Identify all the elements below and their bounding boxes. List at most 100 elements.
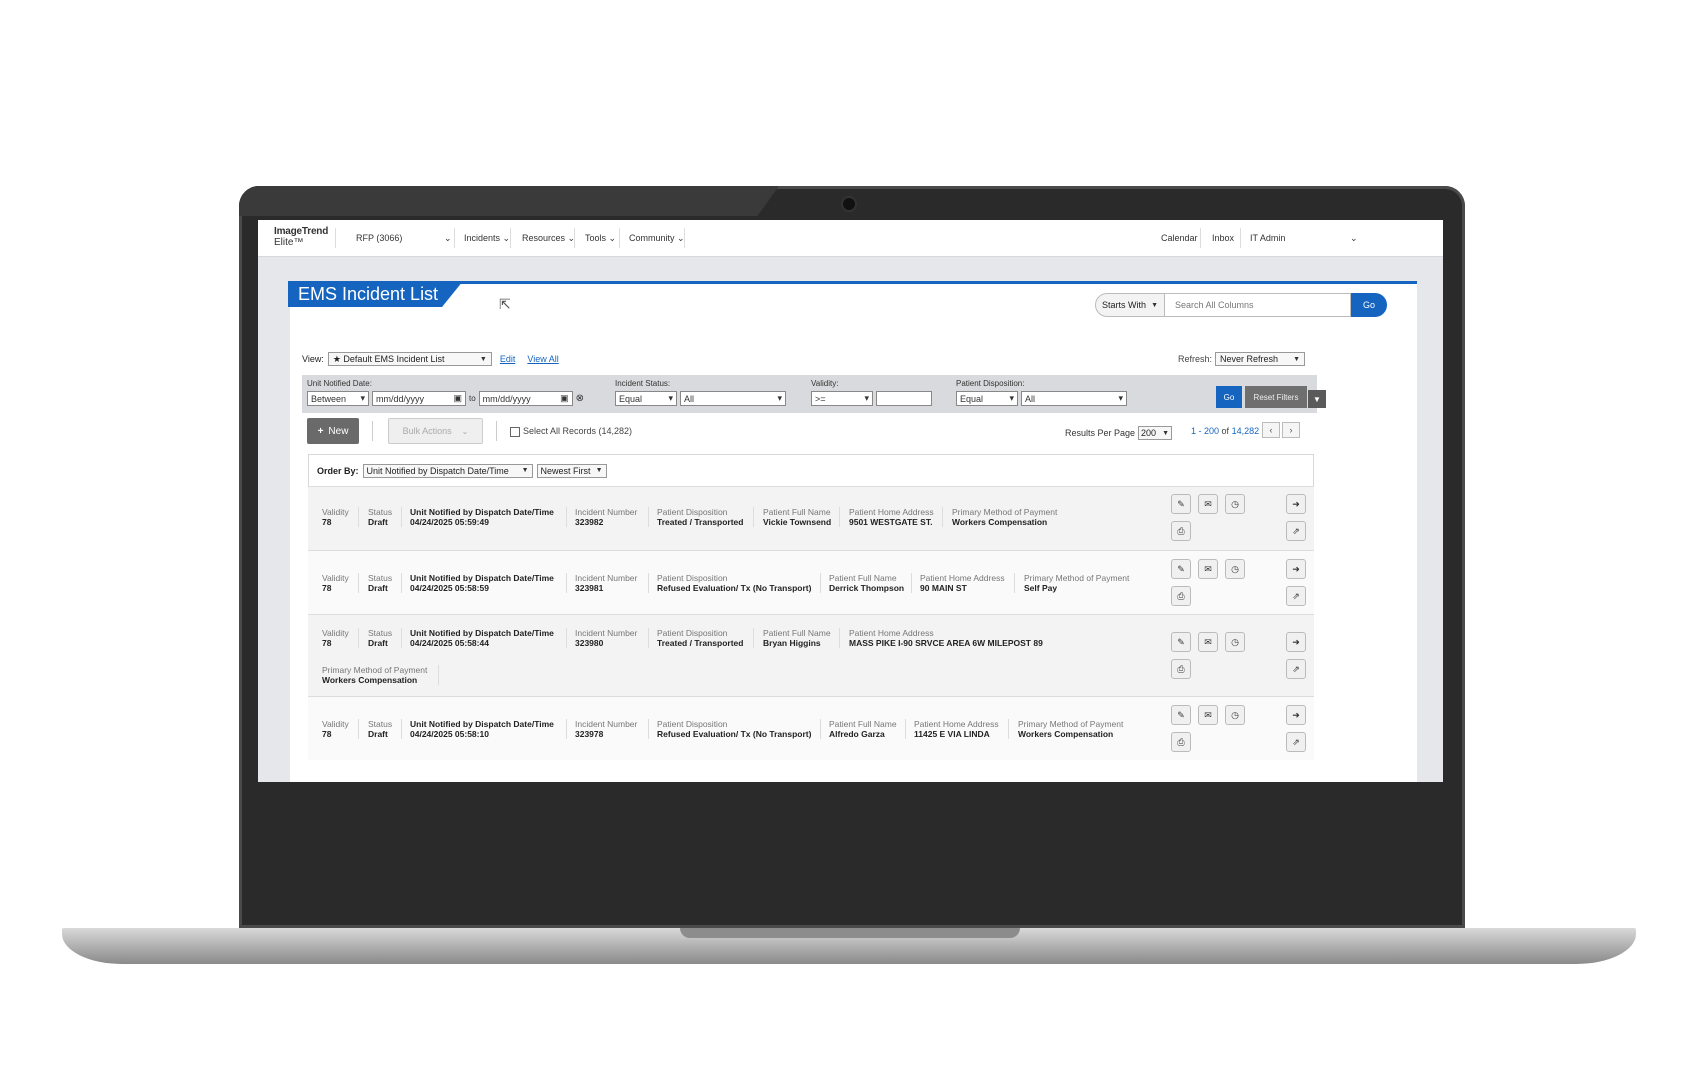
search-mode-select[interactable]: Starts With ▼	[1095, 293, 1165, 317]
new-incident-button[interactable]: + New	[307, 418, 359, 444]
arrow-right-icon[interactable]: ➜	[1286, 632, 1306, 652]
calendar-icon[interactable]: ▣	[453, 393, 462, 404]
reset-filters-button[interactable]: Reset Filters	[1245, 386, 1307, 408]
nav-resources[interactable]: Resources ⌄	[522, 233, 575, 244]
external-link-icon[interactable]: ⇗	[1286, 586, 1306, 606]
arrow-right-icon[interactable]: ➜	[1286, 494, 1306, 514]
incident-row[interactable]: Validity 78 Status Draft Unit Notified by …	[308, 550, 1314, 614]
print-icon[interactable]: ⎙	[1171, 521, 1191, 541]
divider	[684, 228, 685, 248]
select-all-records[interactable]: Select All Records (14,282)	[510, 426, 632, 437]
field-address: Patient Home Address 90 MAIN ST	[920, 573, 1005, 593]
divider	[753, 628, 754, 648]
divider	[566, 628, 567, 648]
print-icon[interactable]: ⎙	[1171, 732, 1191, 752]
order-direction-select[interactable]: Newest First ▼	[536, 463, 607, 478]
view-label: View:	[302, 354, 324, 364]
divider	[401, 628, 402, 648]
field-validity: Validity 78	[322, 507, 349, 527]
disposition-operator-select[interactable]: Equal ▾	[956, 391, 1018, 406]
arrow-right-icon[interactable]: ➜	[1286, 559, 1306, 579]
field-address: Patient Home Address 9501 WESTGATE ST.	[849, 507, 934, 527]
validity-value-input[interactable]	[876, 391, 932, 406]
filter-label-unit-notified: Unit Notified Date:	[307, 379, 372, 388]
filter-label-disposition: Patient Disposition:	[956, 379, 1025, 388]
disposition-value-select[interactable]: All ▾	[1021, 391, 1127, 406]
chevron-down-icon[interactable]: ▼	[1308, 390, 1326, 408]
calendar-icon[interactable]: ▣	[560, 393, 569, 404]
field-disposition: Patient Disposition Treated / Transported	[657, 628, 744, 648]
date-from-input[interactable]: mm/dd/yyyy ▣	[372, 391, 466, 406]
nav-incidents[interactable]: Incidents ⌄	[464, 233, 510, 244]
view-all-link[interactable]: View All	[527, 354, 558, 364]
clock-icon[interactable]: ◷	[1225, 494, 1245, 514]
field-patient-name: Patient Full Name Derrick Thompson	[829, 573, 905, 593]
edit-view-link[interactable]: Edit	[500, 354, 516, 364]
nav-calendar[interactable]: Calendar	[1161, 233, 1198, 243]
date-operator-select[interactable]: Between ▾	[307, 391, 369, 406]
attachment-icon[interactable]: ✎	[1171, 632, 1191, 652]
attachment-icon[interactable]: ✎	[1171, 494, 1191, 514]
search-go-button[interactable]: Go	[1351, 293, 1387, 317]
clock-icon[interactable]: ◷	[1225, 559, 1245, 579]
divider	[401, 573, 402, 593]
page-title: EMS Incident List	[288, 281, 463, 307]
status-value-select[interactable]: All ▾	[680, 391, 786, 406]
search-input[interactable]: Search All Columns	[1165, 293, 1351, 317]
clock-icon[interactable]: ◷	[1225, 705, 1245, 725]
top-navigation: ImageTrend Elite™ RFP (3066) ⌄ Incidents …	[258, 220, 1443, 257]
incident-list-card: EMS Incident List Starts With ▼ Search Al…	[288, 281, 1417, 782]
email-icon[interactable]: ✉	[1198, 632, 1218, 652]
filter-bar: Unit Notified Date: Between ▾ mm/dd/yyyy ▣…	[302, 375, 1326, 413]
status-operator-select[interactable]: Equal ▾	[615, 391, 677, 406]
incident-row[interactable]: Validity 78 Status Draft Unit Notified by …	[308, 696, 1314, 760]
external-link-icon[interactable]: ⇗	[1286, 732, 1306, 752]
search-bar: Starts With ▼ Search All Columns Go	[1095, 293, 1387, 317]
pagination-summary: 1 - 200 of 14,282	[1191, 426, 1260, 436]
email-icon[interactable]: ✉	[1198, 494, 1218, 514]
nav-tools[interactable]: Tools ⌄	[585, 233, 616, 244]
email-icon[interactable]: ✉	[1198, 559, 1218, 579]
date-to-input[interactable]: mm/dd/yyyy ▣	[478, 391, 573, 406]
incident-row[interactable]: Validity 78 Status Draft Unit Notified by …	[308, 486, 1314, 550]
filter-label-validity: Validity:	[811, 379, 839, 388]
agency-selector[interactable]: RFP (3066) ⌄	[356, 233, 452, 243]
divider	[648, 719, 649, 739]
select-all-checkbox[interactable]	[510, 426, 520, 437]
results-per-page: Results Per Page 200 ▼	[1065, 426, 1173, 440]
next-page-button[interactable]: ›	[1282, 422, 1300, 438]
attachment-icon[interactable]: ✎	[1171, 559, 1191, 579]
prev-page-button[interactable]: ‹	[1262, 422, 1280, 438]
clear-date-icon[interactable]: ⊗	[576, 393, 584, 404]
print-icon[interactable]: ⎙	[1171, 659, 1191, 679]
external-link-icon[interactable]: ⇗	[1286, 521, 1306, 541]
order-by-label: Order By:	[317, 465, 359, 476]
validity-operator-select[interactable]: >= ▾	[811, 391, 873, 406]
divider	[358, 628, 359, 648]
refresh-select[interactable]: Never Refresh ▼	[1215, 352, 1306, 366]
field-patient-name: Patient Full Name Bryan Higgins	[763, 628, 831, 648]
filter-go-button[interactable]: Go	[1216, 386, 1242, 408]
nav-inbox[interactable]: Inbox	[1212, 233, 1234, 243]
user-menu[interactable]: IT Admin ⌄	[1250, 233, 1358, 243]
clock-icon[interactable]: ◷	[1225, 632, 1245, 652]
divider	[438, 665, 439, 685]
divider	[335, 228, 336, 248]
order-field-select[interactable]: Unit Notified by Dispatch Date/Time ▼	[362, 463, 533, 478]
app-logo[interactable]: ImageTrend Elite™	[274, 226, 328, 248]
view-select[interactable]: ★ Default EMS Incident List ▼	[327, 352, 492, 366]
mouse-cursor-icon: ⇱	[499, 296, 511, 312]
incident-row[interactable]: Validity 78 Status Draft Unit Notified by …	[308, 614, 1314, 696]
print-icon[interactable]: ⎙	[1171, 586, 1191, 606]
results-per-page-select[interactable]: 200 ▼	[1138, 426, 1173, 440]
nav-community[interactable]: Community ⌄	[629, 233, 685, 244]
external-link-icon[interactable]: ⇗	[1286, 659, 1306, 679]
field-address: Patient Home Address 11425 E VIA LINDA	[914, 719, 999, 739]
refresh-control: Refresh: Never Refresh ▼	[1178, 352, 1306, 366]
attachment-icon[interactable]: ✎	[1171, 705, 1191, 725]
divider	[566, 719, 567, 739]
bulk-actions-button[interactable]: Bulk Actions ⌄	[388, 418, 483, 444]
email-icon[interactable]: ✉	[1198, 705, 1218, 725]
arrow-right-icon[interactable]: ➜	[1286, 705, 1306, 725]
field-address: Patient Home Address MASS PIKE I-90 SRVCE…	[849, 628, 1043, 648]
